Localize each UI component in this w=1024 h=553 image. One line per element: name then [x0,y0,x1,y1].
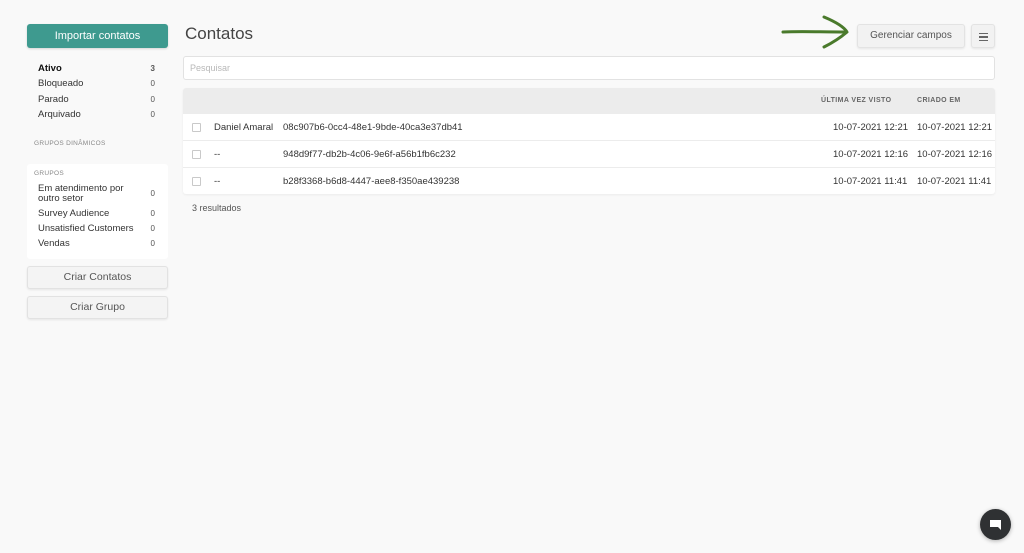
contact-id: 08c907b6-0cc4-48e1-9bde-40ca3e37db41 [283,122,463,133]
contact-id: b28f3368-b6d8-4447-aee8-f350ae439238 [283,176,460,187]
group-label: Vendas [38,237,70,249]
row-checkbox[interactable] [192,123,201,132]
group-count: 0 [150,188,155,198]
status-count: 0 [150,110,155,120]
contact-name: Daniel Amaral [214,122,274,133]
status-item-ativo[interactable]: Ativo 3 [27,61,168,76]
groups-title: GRUPOS [34,170,64,178]
status-label: Arquivado [38,109,81,121]
group-count: 0 [150,223,155,233]
status-label: Parado [38,93,69,105]
status-count: 0 [150,79,155,89]
last-seen: 10-07-2021 11:41 [833,176,908,187]
table-row[interactable]: -- b28f3368-b6d8-4447-aee8-f350ae439238 … [183,167,995,194]
last-seen: 10-07-2021 12:21 [833,122,909,133]
status-list: Ativo 3 Bloqueado 0 Parado 0 Arquivado 0 [27,61,168,122]
table-row[interactable]: Daniel Amaral 08c907b6-0cc4-48e1-9bde-40… [183,113,995,140]
table-row[interactable]: -- 948d9f77-db2b-4c06-9e6f-a56b1fb6c232 … [183,140,995,167]
row-checkbox[interactable] [192,177,201,186]
manage-fields-button[interactable]: Gerenciar campos [857,24,965,48]
status-item-arquivado[interactable]: Arquivado 0 [27,107,168,122]
contact-name: -- [214,176,221,187]
contact-name: -- [214,149,221,160]
group-count: 0 [150,238,155,248]
page-title: Contatos [185,24,254,43]
hamburger-icon [979,32,988,35]
status-count: 0 [150,94,155,104]
chat-icon [990,520,1001,530]
create-contacts-button[interactable]: Criar Contatos [27,266,168,290]
group-label: Em atendimento por outro setor [38,183,124,204]
dynamic-groups-title: GRUPOS DINÂMICOS [34,140,106,148]
group-item-vendas[interactable]: Vendas 0 [34,236,155,251]
contacts-table: ÚLTIMA VEZ VISTO CRIADO EM Daniel Amaral… [183,88,995,194]
status-label: Bloqueado [38,78,84,90]
column-header-created[interactable]: CRIADO EM [917,88,961,113]
created-at: 10-07-2021 12:16 [917,149,993,160]
group-count: 0 [150,208,155,218]
column-header-last-seen[interactable]: ÚLTIMA VEZ VISTO [821,88,891,113]
created-at: 10-07-2021 12:21 [917,122,993,133]
group-label: Survey Audience [38,207,110,219]
created-at: 10-07-2021 11:41 [917,176,992,187]
last-seen: 10-07-2021 12:16 [833,149,909,160]
group-item-em-atendimento[interactable]: Em atendimento por outro setor 0 [34,182,155,206]
search-input[interactable] [183,56,995,80]
menu-button[interactable] [971,24,995,48]
hamburger-icon [979,36,988,38]
hamburger-icon [979,39,988,42]
chat-button[interactable] [980,509,1011,540]
contact-id: 948d9f77-db2b-4c06-9e6f-a56b1fb6c232 [283,149,456,160]
group-item-survey-audience[interactable]: Survey Audience 0 [34,206,155,221]
sidebar: Importar contatos Ativo 3 Bloqueado 0 Pa… [27,24,168,320]
status-label: Ativo [38,63,62,75]
create-group-button[interactable]: Criar Grupo [27,296,168,320]
group-label: Unsatisfied Customers [38,222,134,234]
group-item-unsatisfied-customers[interactable]: Unsatisfied Customers 0 [34,221,155,236]
import-contacts-button[interactable]: Importar contatos [27,24,168,48]
arrow-annotation-icon [781,15,849,49]
row-checkbox[interactable] [192,150,201,159]
status-item-bloqueado[interactable]: Bloqueado 0 [27,76,168,91]
groups-card: GRUPOS Em atendimento por outro setor 0 … [27,164,168,260]
table-header: ÚLTIMA VEZ VISTO CRIADO EM [183,88,995,113]
results-count: 3 resultados [192,203,242,213]
status-item-parado[interactable]: Parado 0 [27,92,168,107]
status-count: 3 [150,64,155,74]
